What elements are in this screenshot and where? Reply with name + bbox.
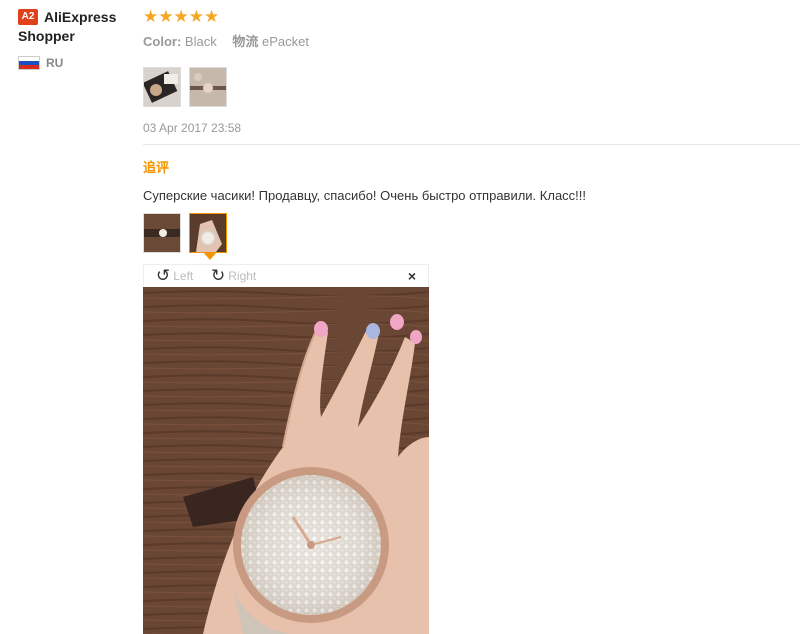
- viewer-toolbar: ↺ Left ↻ Right ×: [143, 264, 429, 287]
- followup-photo-thumb-selected[interactable]: [189, 213, 227, 253]
- rotate-left-button[interactable]: ↺ Left: [156, 267, 193, 284]
- review-photo-thumb[interactable]: [143, 67, 181, 107]
- star-rating: ★★★★★: [143, 7, 220, 26]
- rotate-left-icon: ↺: [156, 266, 171, 285]
- review-photo-large: [143, 287, 429, 634]
- followup-label: 追评: [143, 160, 170, 175]
- product-attributes: Color: Black 物流 ePacket: [143, 31, 800, 50]
- shipping-label: 物流: [232, 34, 259, 49]
- selected-caret: [204, 253, 216, 260]
- reviewer-panel: A2 AliExpress Shopper RU: [18, 8, 138, 70]
- reviewer-name-line1: AliExpress: [44, 9, 117, 25]
- country-code: RU: [46, 56, 64, 70]
- close-icon[interactable]: ×: [408, 268, 416, 284]
- rotate-left-label: Left: [173, 268, 194, 283]
- followup-text: Суперские часики! Продавцу, спасибо! Оче…: [143, 188, 587, 203]
- rotate-right-icon: ↻: [211, 266, 226, 285]
- review-photo-thumb[interactable]: [189, 67, 227, 107]
- color-label: Color:: [143, 34, 182, 49]
- shipping-value: ePacket: [261, 34, 309, 49]
- rotate-right-button[interactable]: ↻ Right: [211, 267, 256, 284]
- reviewer-name-line2: Shopper: [18, 28, 75, 44]
- image-viewer: ↺ Left ↻ Right ×: [143, 264, 429, 634]
- rotate-right-label: Right: [228, 268, 257, 283]
- color-value: Black: [184, 34, 217, 49]
- russia-flag-icon: [18, 56, 40, 70]
- review-date: 03 Apr 2017 23:58: [143, 121, 242, 135]
- review-content: ★★★★★ Color: Black 物流 ePacket 03 Apr 201…: [143, 7, 800, 260]
- review-photos: [143, 67, 800, 107]
- reviewer-country: RU: [18, 56, 138, 70]
- reviewer-name[interactable]: A2 AliExpress Shopper: [18, 8, 138, 46]
- reviewer-badge: A2: [18, 9, 38, 25]
- divider: [143, 144, 800, 145]
- followup-photos: [143, 213, 800, 260]
- followup-photo-thumb[interactable]: [143, 213, 181, 253]
